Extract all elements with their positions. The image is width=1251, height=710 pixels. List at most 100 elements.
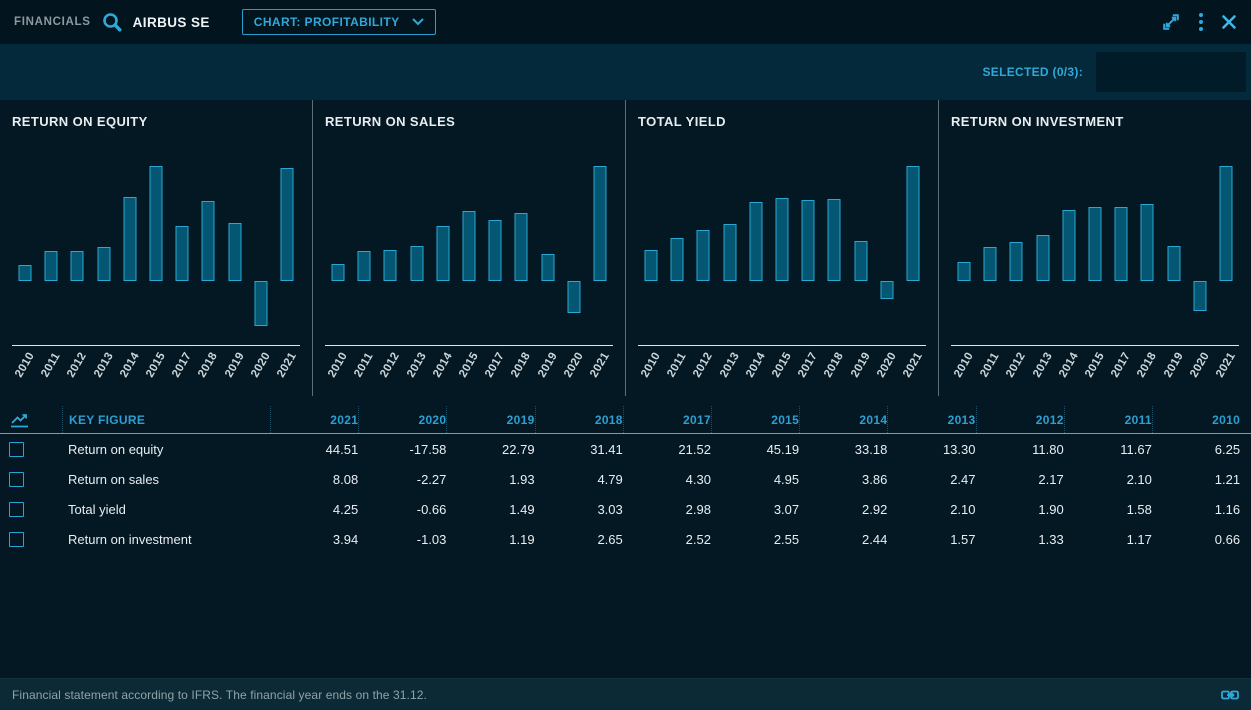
bar-2014[interactable] [123,197,136,281]
bar-2014[interactable] [436,226,449,281]
checkbox-cell [0,502,62,517]
value-cell: 13.30 [887,442,975,457]
year-column-header: 2015 [711,406,799,433]
bar-slot [977,137,1003,345]
bar-2011[interactable] [358,251,371,281]
bar-2020[interactable] [567,281,580,313]
bar-2019[interactable] [228,223,241,281]
bar-slot [508,137,534,345]
bar-2020[interactable] [880,281,893,299]
bar-slot [377,137,403,345]
year-column-header: 2020 [358,406,446,433]
company-name: AIRBUS SE [133,15,210,30]
bar-2011[interactable] [45,251,58,281]
row-checkbox[interactable] [9,502,24,517]
bar-2021[interactable] [593,166,606,281]
bar-2017[interactable] [176,226,189,281]
bar-2018[interactable] [202,201,215,281]
bar-2012[interactable] [1010,242,1023,281]
bar-2019[interactable] [854,241,867,281]
value-cell: 2.55 [711,532,799,547]
bar-2015[interactable] [150,166,163,281]
bar-2019[interactable] [1167,246,1180,281]
x-tick-label: 2014 [431,350,455,379]
close-icon[interactable] [1221,14,1237,30]
bar-2015[interactable] [463,211,476,281]
value-cell: 2.52 [623,532,711,547]
x-tick-label: 2010 [639,350,663,379]
key-figure-column-header: KEY FIGURE [62,406,270,433]
bar-2014[interactable] [749,202,762,281]
x-tick-label: 2021 [275,350,299,379]
chart-plot-area [325,137,613,346]
bar-2011[interactable] [984,247,997,281]
value-cell: 1.57 [887,532,975,547]
kebab-menu-icon[interactable] [1198,12,1204,32]
bar-2015[interactable] [776,198,789,281]
year-column-header: 2012 [976,406,1064,433]
chart-panel-return-on-equity: RETURN ON EQUITY 20102011201220132014201… [0,100,312,396]
bar-2018[interactable] [515,213,528,281]
bar-2015[interactable] [1089,207,1102,281]
bar-2020[interactable] [1193,281,1206,311]
x-tick-label: 2011 [40,351,63,380]
bar-slot [1134,137,1160,345]
chart-type-dropdown[interactable]: CHART: PROFITABILITY [242,9,436,35]
bar-2021[interactable] [906,166,919,281]
bar-2021[interactable] [1219,166,1232,281]
bar-2010[interactable] [19,265,32,281]
bar-slot [1161,137,1187,345]
line-chart-icon[interactable] [9,412,31,428]
selection-box[interactable] [1096,52,1246,92]
value-cell: 3.86 [799,472,887,487]
bar-slot [743,137,769,345]
bar-2018[interactable] [828,199,841,281]
row-checkbox[interactable] [9,472,24,487]
year-column-header: 2011 [1064,406,1152,433]
x-tick-label: 2011 [353,351,376,380]
link-icon[interactable] [1221,688,1239,702]
bar-2013[interactable] [723,224,736,281]
x-tick-label: 2010 [13,350,37,379]
chart-title: RETURN ON SALES [325,114,615,129]
top-bar-actions [1161,12,1237,32]
bar-slot [587,137,613,345]
bar-2017[interactable] [802,200,815,281]
search-icon[interactable] [101,11,123,33]
row-checkbox[interactable] [9,532,24,547]
x-tick-label: 2012 [692,350,716,379]
row-checkbox[interactable] [9,442,24,457]
x-tick-label: 2021 [901,350,925,379]
x-tick-label: 2017 [796,350,820,379]
value-cell: 1.93 [446,472,534,487]
bar-slot [456,137,482,345]
bar-2012[interactable] [697,230,710,281]
bar-2021[interactable] [280,168,293,281]
bar-2020[interactable] [254,281,267,326]
key-figure-label: Return on sales [62,464,270,494]
bar-2010[interactable] [645,250,658,281]
value-cell: 33.18 [799,442,887,457]
bar-2013[interactable] [410,246,423,281]
bar-2017[interactable] [489,220,502,281]
bar-2014[interactable] [1062,210,1075,281]
bar-2010[interactable] [332,264,345,281]
bar-2010[interactable] [958,262,971,281]
bar-2013[interactable] [97,247,110,281]
bar-slot [638,137,664,345]
bar-2017[interactable] [1115,207,1128,281]
footer: Financial statement according to IFRS. T… [0,678,1251,710]
value-cell: 21.52 [623,442,711,457]
bar-slot [951,137,977,345]
expand-icon[interactable] [1161,12,1181,32]
bar-2011[interactable] [671,238,684,281]
bar-2013[interactable] [1036,235,1049,281]
x-tick-label: 2014 [744,350,768,379]
bar-2019[interactable] [541,254,554,281]
bar-2012[interactable] [71,251,84,281]
bar-2012[interactable] [384,250,397,281]
x-tick-label: 2021 [1214,350,1238,379]
value-cell: 2.10 [1064,472,1152,487]
bar-2018[interactable] [1141,204,1154,281]
value-cell: 31.41 [535,442,623,457]
